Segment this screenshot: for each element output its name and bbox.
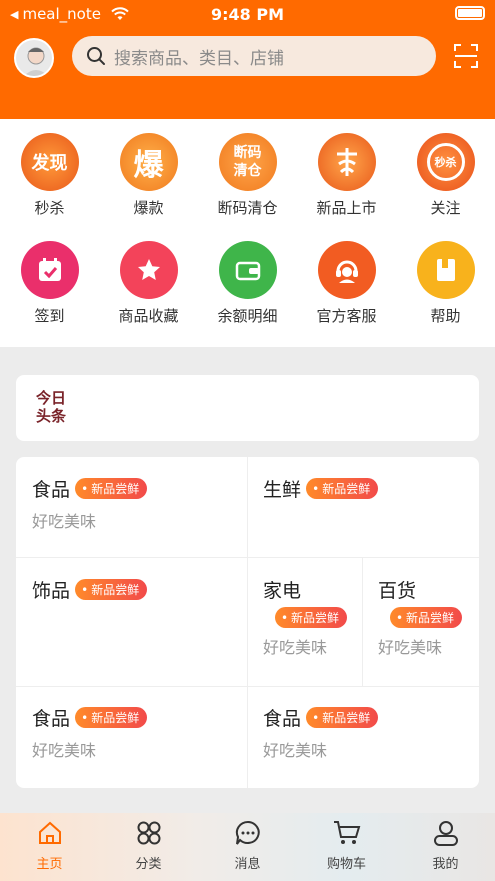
cart-icon — [333, 821, 360, 844]
top-header: ◀ meal_note 9:48 PM 搜索商品、类目、店铺 — [0, 0, 495, 119]
new-tag-badge: 新品尝鲜 — [75, 707, 148, 728]
category-subtitle: 好吃美味 — [32, 512, 97, 531]
tab-home[interactable]: 主页 — [0, 819, 99, 872]
star-icon — [119, 241, 178, 299]
divider — [16, 686, 479, 687]
category-tile-food[interactable]: 食品 新品尝鲜 好吃美味 — [32, 704, 148, 761]
category-name: 饰品 — [32, 580, 71, 602]
grid-item-favorites[interactable]: 商品收藏 — [99, 241, 198, 326]
tab-cart[interactable]: 购物车 — [297, 819, 396, 872]
category-tile-food[interactable]: 食品 新品尝鲜 好吃美味 — [32, 475, 148, 532]
category-tile-accessories[interactable]: 饰品 新品尝鲜 — [32, 576, 148, 603]
tab-label: 分类 — [135, 857, 162, 872]
category-tile-appliances[interactable]: 家电 新品尝鲜 好吃美味 — [263, 576, 359, 658]
grid-item-new-product[interactable]: 新品上市 — [297, 133, 396, 218]
grid-item-label: 新品上市 — [316, 199, 377, 217]
category-tile-food[interactable]: 食品 新品尝鲜 好吃美味 — [263, 704, 379, 761]
home-icon — [38, 821, 61, 844]
new-tag-badge: 新品尝鲜 — [274, 607, 348, 628]
grid-item-discover[interactable]: 发现 秒杀 — [0, 133, 99, 218]
category-name: 百货 — [378, 580, 417, 602]
new-tag-badge: 新品尝鲜 — [389, 607, 463, 628]
category-subtitle: 好吃美味 — [263, 741, 328, 760]
tab-category[interactable]: 分类 — [99, 819, 198, 872]
grid-item-label: 余额明细 — [217, 307, 278, 325]
grid-item-checkin[interactable]: 签到 — [0, 241, 99, 326]
tab-messages[interactable]: 消息 — [198, 819, 297, 872]
grid-item-help[interactable]: 帮助 — [396, 241, 495, 326]
category-tile-fresh[interactable]: 生鲜 新品尝鲜 — [263, 475, 379, 502]
status-time: 9:48 PM — [210, 5, 284, 24]
customer-service-icon — [317, 241, 376, 299]
grid-item-label: 签到 — [34, 307, 65, 325]
new-tag-badge: 新品尝鲜 — [306, 478, 379, 499]
search-icon — [87, 47, 105, 65]
feature-grid: 发现 秒杀 爆 爆款 断码清仓 断码清仓 新品上市 秒杀 关注 签到 商品收藏 … — [0, 119, 495, 347]
category-icon — [137, 821, 160, 845]
battery-icon — [455, 6, 485, 20]
tab-label: 消息 — [234, 857, 261, 872]
new-tag-badge: 新品尝鲜 — [306, 707, 379, 728]
category-tile-general[interactable]: 百货 新品尝鲜 好吃美味 — [378, 576, 474, 658]
grid-item-label: 帮助 — [430, 307, 461, 325]
grid-item-label: 商品收藏 — [118, 307, 179, 325]
category-name: 食品 — [32, 479, 71, 501]
grid-item-label: 关注 — [430, 199, 461, 217]
new-product-icon — [317, 133, 376, 191]
tab-label: 购物车 — [326, 857, 366, 872]
flash-sale-clock-icon: 秒杀 — [416, 133, 475, 191]
divider — [16, 557, 479, 558]
headline-logo: 今日 头条 — [36, 389, 67, 425]
new-tag-badge: 新品尝鲜 — [75, 579, 148, 600]
category-card: 食品 新品尝鲜 好吃美味 生鲜 新品尝鲜 饰品 新品尝鲜 家电 新品尝鲜 好吃美… — [16, 457, 479, 788]
category-subtitle: 好吃美味 — [263, 638, 328, 657]
new-tag-badge: 新品尝鲜 — [75, 478, 148, 499]
book-icon — [416, 241, 475, 299]
grid-item-label: 爆款 — [133, 199, 164, 217]
divider — [362, 557, 363, 686]
wallet-icon — [218, 241, 277, 299]
grid-item-label: 官方客服 — [316, 307, 377, 325]
discover-icon: 发现 — [20, 133, 79, 191]
user-avatar-icon — [23, 47, 49, 76]
divider — [247, 457, 248, 788]
category-name: 家电 — [263, 580, 302, 602]
category-subtitle: 好吃美味 — [32, 741, 97, 760]
tab-label: 主页 — [36, 857, 63, 872]
tab-profile[interactable]: 我的 — [396, 819, 495, 872]
scan-icon[interactable] — [454, 44, 478, 68]
category-name: 生鲜 — [263, 479, 302, 501]
status-bar: ◀ meal_note 9:48 PM — [0, 0, 495, 28]
grid-item-balance[interactable]: 余额明细 — [198, 241, 297, 326]
grid-item-label: 秒杀 — [34, 199, 65, 217]
avatar[interactable] — [14, 38, 54, 78]
profile-icon — [433, 821, 458, 846]
category-name: 食品 — [263, 708, 302, 730]
search-bar[interactable]: 搜索商品、类目、店铺 — [72, 36, 436, 76]
grid-item-label: 断码清仓 — [217, 199, 278, 217]
clearance-icon: 断码清仓 — [218, 133, 277, 191]
category-name: 食品 — [32, 708, 71, 730]
hot-icon: 爆 — [119, 133, 178, 191]
calendar-check-icon — [20, 241, 79, 299]
search-placeholder: 搜索商品、类目、店铺 — [114, 48, 284, 69]
bottom-tab-bar: 主页 分类 消息 购物车 我的 — [0, 813, 495, 881]
category-subtitle: 好吃美味 — [378, 638, 443, 657]
headline-news-card[interactable]: 今日 头条 — [16, 375, 479, 441]
grid-item-hot[interactable]: 爆 爆款 — [99, 133, 198, 218]
grid-item-clearance[interactable]: 断码清仓 断码清仓 — [198, 133, 297, 218]
message-icon — [235, 820, 260, 845]
grid-item-customer-service[interactable]: 官方客服 — [297, 241, 396, 326]
tab-label: 我的 — [432, 857, 459, 872]
grid-item-follow[interactable]: 秒杀 关注 — [396, 133, 495, 218]
